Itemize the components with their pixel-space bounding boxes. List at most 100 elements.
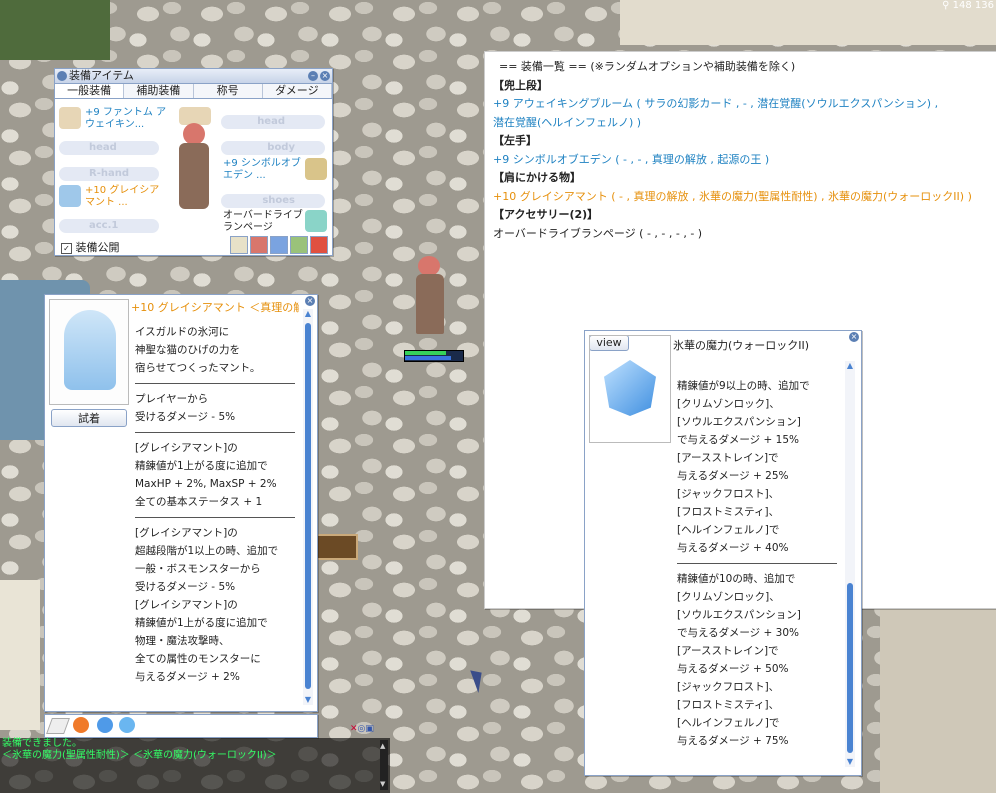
desc-line: 全ての属性のモンスターに — [135, 653, 261, 665]
sp-fill — [405, 356, 452, 360]
card-scrollbar[interactable]: ▲ ▼ — [845, 361, 855, 767]
chat-line: ＜氷華の魔力(聖属性耐性)＞ ＜氷華の魔力(ウォーロックII)＞ — [2, 750, 277, 761]
slot-r-hand[interactable]: R-hand — [59, 167, 159, 181]
equipment-tabs: 一般装備 補助装備 称号 ダメージ — [55, 84, 332, 99]
desc-line: 神聖な猫のひげの力を — [135, 344, 240, 356]
desc-line: [フロストミスティ]、 — [677, 699, 780, 711]
card-description-window[interactable]: × view 氷華の魔力(ウォーロックII) 精錬値が9以上の時、追加で [クリ… — [584, 330, 862, 776]
slot-head-mid[interactable]: head — [59, 141, 159, 155]
checkbox-checked-icon[interactable]: ✓ — [61, 243, 72, 254]
desc-line: [ヘルインフェルノ]で — [677, 524, 780, 536]
desc-line: [ヘルインフェルノ]で — [677, 717, 780, 729]
card-description-text: 精錬値が9以上の時、追加で [クリムゾンロック]、 [ソウルエクスパンション] … — [677, 377, 837, 750]
tab-support-equip[interactable]: 補助装備 — [124, 84, 194, 98]
desc-line: 与えるダメージ + 25% — [677, 470, 789, 482]
item-image-frame — [49, 299, 129, 405]
empty-slot-icon[interactable] — [46, 718, 70, 734]
equipment-list-content: == 装備一覧 == (※ランダムオプションや補助装備を除く) 【兜上段】 +9… — [493, 58, 993, 243]
scroll-down-icon[interactable]: ▼ — [380, 778, 385, 790]
chat-line: 装備できました。 — [2, 738, 82, 749]
desc-line: 精錬値が1上がる度に追加で — [135, 460, 268, 472]
slot-l-hand[interactable]: +9 シンボルオブエデン ... — [223, 157, 327, 183]
ice-card-icon[interactable] — [97, 717, 113, 733]
section-heading: 【兜上段】 — [493, 78, 548, 92]
player-character[interactable] — [410, 256, 450, 340]
scroll-up-icon[interactable]: ▲ — [380, 740, 385, 752]
ice-card-icon[interactable] — [119, 717, 135, 733]
equip-public-checkbox[interactable]: ✓ 装備公開 — [61, 239, 120, 255]
swap-icon[interactable] — [270, 236, 288, 254]
list-icon[interactable] — [230, 236, 248, 254]
desc-line: [クリムゾンロック]、 — [677, 591, 780, 603]
scroll-thumb[interactable] — [847, 583, 853, 753]
chat-scrollbar[interactable]: ▲ ▼ — [380, 740, 388, 790]
close-chat-icon[interactable]: ✕ — [350, 724, 358, 734]
slot-garment-label: +10 グレイシアマント ... — [85, 185, 160, 208]
scroll-down-icon[interactable]: ▼ — [303, 695, 313, 705]
desc-line: [ジャックフロスト]、 — [677, 488, 780, 500]
tab-damage[interactable]: ダメージ — [262, 84, 332, 98]
desc-line: 与えるダメージ + 75% — [677, 735, 789, 747]
search-icon[interactable]: ⚲ — [942, 0, 949, 11]
item-description-window[interactable]: × 試着 +10 グレイシアマント ＜真理の解 イスガルドの氷河に 神聖な猫のひ… — [44, 294, 318, 712]
desc-line: [ジャックフロスト]、 — [677, 681, 780, 693]
slot-head-right[interactable]: head — [221, 115, 325, 129]
desc-line: 全ての基本ステータス + 1 — [135, 496, 263, 508]
equipment-list-header: == 装備一覧 == (※ランダムオプションや補助装備を除く) — [499, 60, 796, 73]
equipment-window-title: 装備アイテム — [69, 69, 134, 82]
building-wall-right — [880, 600, 996, 793]
equipment-window-titlebar[interactable]: 装備アイテム – × — [55, 69, 332, 84]
slot-head-top[interactable]: +9 ファントム アウェイキン... — [59, 106, 167, 132]
wooden-sign — [316, 534, 358, 560]
scroll-down-icon[interactable]: ▼ — [845, 757, 855, 767]
character-body — [416, 274, 444, 334]
equipment-window[interactable]: 装備アイテム – × 一般装備 補助装備 称号 ダメージ +9 ファントム アウ… — [54, 68, 333, 256]
divider — [135, 383, 295, 384]
desc-line: 与えるダメージ + 2% — [135, 671, 240, 683]
toolbar-icons — [230, 236, 328, 254]
close-icon[interactable]: × — [849, 332, 859, 342]
item-description-text: イスガルドの氷河に 神聖な猫のひげの力を 宿らせてつくったマント。 プレイヤーか… — [135, 323, 295, 686]
desc-line: [ソウルエクスパンション] — [677, 609, 801, 621]
fire-card-icon[interactable] — [73, 717, 89, 733]
try-on-button[interactable]: 試着 — [51, 409, 127, 427]
divider — [135, 432, 295, 433]
desc-line: [アースストレイン]で — [677, 645, 779, 657]
slot-acc2[interactable]: オーバードライブランページ — [223, 209, 327, 235]
card-slot-bar[interactable] — [44, 714, 318, 738]
tab-general-equip[interactable]: 一般装備 — [55, 84, 125, 98]
divider — [135, 517, 295, 518]
chat-log[interactable]: 装備できました。 ＜氷華の魔力(聖属性耐性)＞ ＜氷華の魔力(ウォーロックII)… — [0, 738, 390, 793]
desc-line: プレイヤーから — [135, 393, 209, 405]
lock-icon[interactable]: ▣ — [365, 724, 374, 734]
tab-title[interactable]: 称号 — [193, 84, 263, 98]
preview-head — [183, 123, 205, 145]
scroll-thumb[interactable] — [305, 323, 311, 689]
scroll-up-icon[interactable]: ▲ — [303, 309, 313, 319]
desc-line: [グレイシアマント]の — [135, 599, 238, 611]
broom-hat-icon — [59, 107, 81, 129]
desc-line: [クリムゾンロック]、 — [677, 398, 780, 410]
minimize-icon[interactable]: – — [308, 71, 318, 81]
character-icon[interactable] — [250, 236, 268, 254]
desc-line: で与えるダメージ + 30% — [677, 627, 799, 639]
description-scrollbar[interactable]: ▲ ▼ — [303, 309, 313, 705]
hp-fill — [405, 351, 446, 355]
preview-body — [179, 143, 209, 209]
slot-body[interactable]: body — [221, 141, 325, 155]
close-icon[interactable]: × — [320, 71, 330, 81]
desc-line: で与えるダメージ + 15% — [677, 434, 799, 446]
section-heading: 【アクセサリー(2)】 — [493, 208, 599, 221]
divider — [677, 563, 837, 564]
house-wall — [0, 580, 40, 730]
slot-shoes[interactable]: shoes — [221, 194, 325, 208]
shoe-icon[interactable] — [310, 236, 328, 254]
costume-icon[interactable] — [290, 236, 308, 254]
close-icon[interactable]: × — [305, 296, 315, 306]
slot-head-top-label: +9 ファントム アウェイキン... — [85, 107, 167, 130]
slot-garment[interactable]: +10 グレイシアマント ... — [59, 184, 167, 210]
slot-acc1[interactable]: acc.1 — [59, 219, 159, 233]
frost-crystal-icon — [604, 360, 656, 416]
scroll-up-icon[interactable]: ▲ — [845, 361, 855, 371]
desc-line: 与えるダメージ + 40% — [677, 542, 789, 554]
